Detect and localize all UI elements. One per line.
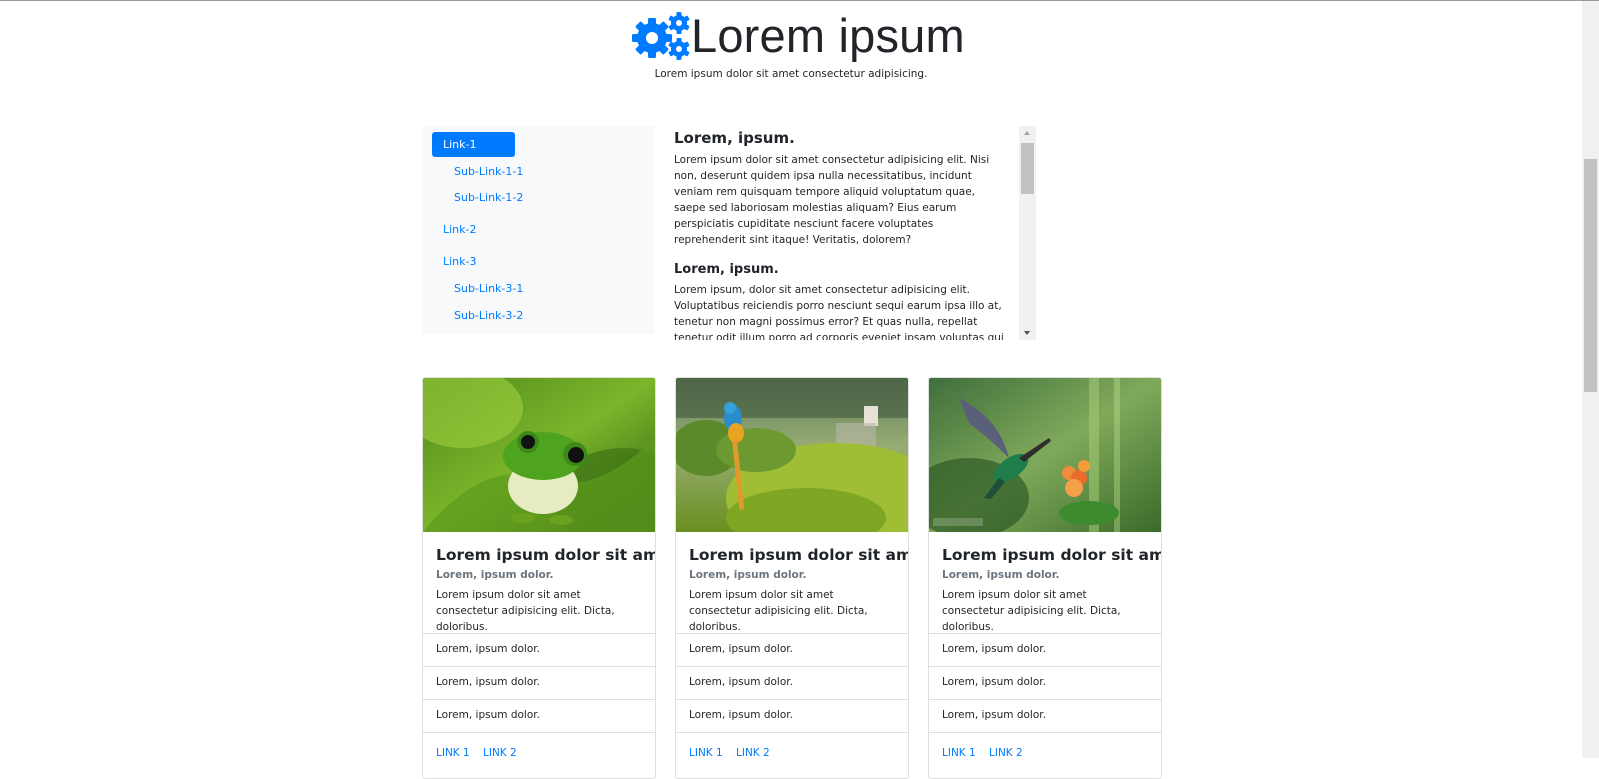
card-link-2[interactable]: LINK 2 <box>483 747 517 759</box>
scrollspy-nav: Link-1 Sub-Link-1-1 Sub-Link-1-2 Link-2 … <box>422 126 654 334</box>
list-item: Lorem, ipsum dolor. <box>423 699 655 733</box>
list-item: Lorem, ipsum dolor. <box>929 633 1161 667</box>
section-2-text: Lorem ipsum, dolor sit amet consectetur … <box>674 284 1004 340</box>
page-scrollbar-thumb[interactable] <box>1584 159 1597 392</box>
list-item-text: Lorem, ipsum dolor. <box>689 709 793 721</box>
list-item-text: Lorem, ipsum dolor. <box>436 709 540 721</box>
card-hummingbird: Lorem ipsum dolor sit amet. Lorem, ipsum… <box>928 377 1162 779</box>
page-title: Lorem ipsum <box>691 9 965 62</box>
card-link-2[interactable]: LINK 2 <box>989 747 1023 759</box>
list-item-text: Lorem, ipsum dolor. <box>436 643 540 655</box>
list-item-text: Lorem, ipsum dolor. <box>942 709 1046 721</box>
content-scrollbar[interactable] <box>1019 126 1036 340</box>
list-item-text: Lorem, ipsum dolor. <box>689 676 793 688</box>
card-title: Lorem ipsum dolor sit amet. <box>689 546 908 564</box>
section-1-text: Lorem ipsum dolor sit amet consectetur a… <box>674 154 990 246</box>
card-link-2[interactable]: LINK 2 <box>736 747 770 759</box>
gears-icon <box>630 11 692 61</box>
card-link-1[interactable]: LINK 1 <box>689 747 723 759</box>
card-subtitle: Lorem, ipsum dolor. <box>689 569 807 581</box>
nav-sub-link-1-2[interactable]: Sub-Link-1-2 <box>454 191 523 204</box>
page-scrollbar[interactable] <box>1582 1 1599 758</box>
list-item: Lorem, ipsum dolor. <box>676 633 908 667</box>
nav-sub-link-3-2[interactable]: Sub-Link-3-2 <box>454 309 523 322</box>
card-link-1[interactable]: LINK 1 <box>942 747 976 759</box>
list-item: Lorem, ipsum dolor. <box>676 699 908 733</box>
card-subtitle: Lorem, ipsum dolor. <box>436 569 554 581</box>
scroll-down-arrow-icon[interactable] <box>1024 331 1030 335</box>
card-frog: Lorem ipsum dolor sit amet. Lorem, ipsum… <box>422 377 656 779</box>
page-subtitle: Lorem ipsum dolor sit amet consectetur a… <box>654 68 928 80</box>
section-2-heading: Lorem, ipsum. <box>674 262 779 277</box>
list-item: Lorem, ipsum dolor. <box>423 666 655 700</box>
list-item-text: Lorem, ipsum dolor. <box>436 676 540 688</box>
nav-link-1[interactable]: Link-1 <box>432 132 515 157</box>
window-top-border <box>0 0 1599 1</box>
section-1-heading: Lorem, ipsum. <box>674 129 795 147</box>
nav-link-2[interactable]: Link-2 <box>443 223 477 236</box>
card-text: Lorem ipsum dolor sit amet consectetur a… <box>689 589 868 633</box>
hummingbird-photo <box>929 378 1161 532</box>
content-scrollbar-thumb[interactable] <box>1021 143 1034 194</box>
card-footer: LINK 1 LINK 2 <box>929 732 1161 778</box>
card-text: Lorem ipsum dolor sit amet consectetur a… <box>942 589 1121 633</box>
scrollspy-content[interactable]: Lorem, ipsum. Lorem ipsum dolor sit amet… <box>674 126 1036 340</box>
scroll-content: Lorem, ipsum. Lorem ipsum dolor sit amet… <box>674 126 1004 340</box>
nav-sub-link-1-1[interactable]: Sub-Link-1-1 <box>454 165 523 178</box>
list-item: Lorem, ipsum dolor. <box>929 666 1161 700</box>
parrot-photo <box>676 378 908 532</box>
list-item: Lorem, ipsum dolor. <box>423 633 655 667</box>
card-link-1[interactable]: LINK 1 <box>436 747 470 759</box>
nav-sub-link-3-1[interactable]: Sub-Link-3-1 <box>454 282 523 295</box>
card-parrot: Lorem ipsum dolor sit amet. Lorem, ipsum… <box>675 377 909 779</box>
list-item-text: Lorem, ipsum dolor. <box>942 643 1046 655</box>
list-item: Lorem, ipsum dolor. <box>929 699 1161 733</box>
nav-link-3[interactable]: Link-3 <box>443 255 477 268</box>
card-subtitle: Lorem, ipsum dolor. <box>942 569 1060 581</box>
card-footer: LINK 1 LINK 2 <box>423 732 655 778</box>
title-row: Lorem ipsum <box>630 8 965 64</box>
list-item-text: Lorem, ipsum dolor. <box>689 643 793 655</box>
card-text: Lorem ipsum dolor sit amet consectetur a… <box>436 589 615 633</box>
scroll-up-arrow-icon[interactable] <box>1024 131 1030 135</box>
frog-photo <box>423 378 655 532</box>
list-item-text: Lorem, ipsum dolor. <box>942 676 1046 688</box>
card-title: Lorem ipsum dolor sit amet. <box>436 546 655 564</box>
card-footer: LINK 1 LINK 2 <box>676 732 908 778</box>
card-title: Lorem ipsum dolor sit amet. <box>942 546 1161 564</box>
list-item: Lorem, ipsum dolor. <box>676 666 908 700</box>
